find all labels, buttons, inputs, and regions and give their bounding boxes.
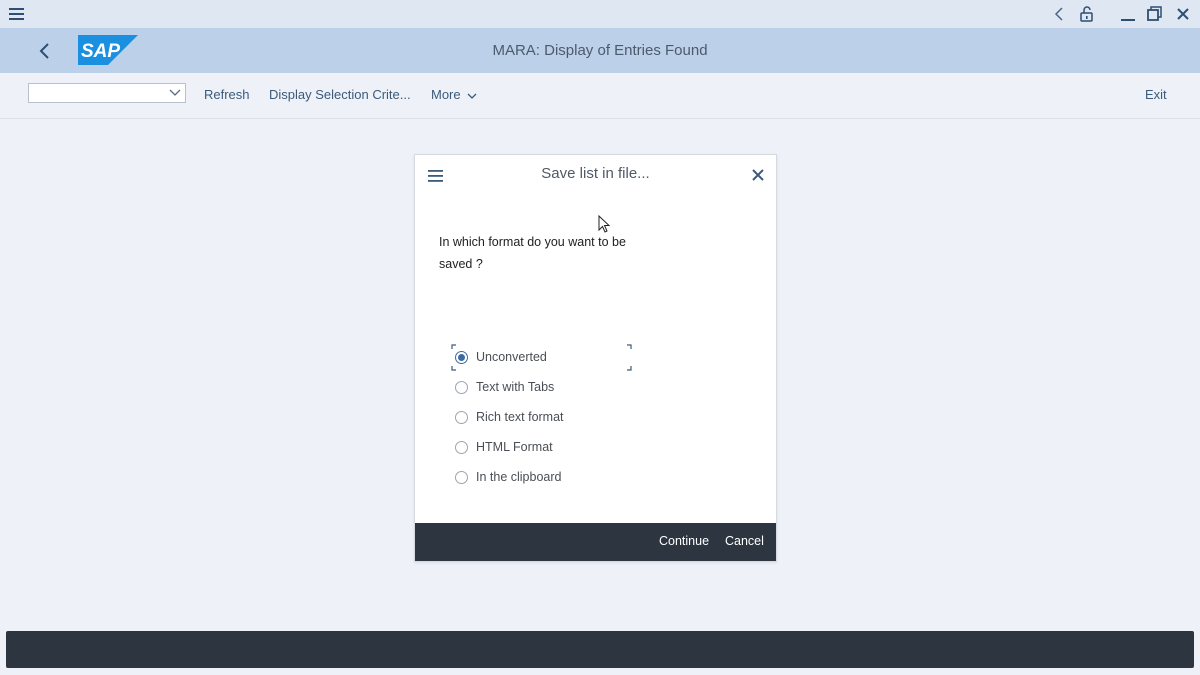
radio-rich-text-format[interactable]: Rich text format (453, 408, 653, 428)
cancel-button[interactable]: Cancel (725, 534, 764, 548)
shell-header: MARA: Display of Entries Found SAP (0, 28, 1200, 73)
refresh-button[interactable]: Refresh (204, 87, 250, 102)
radio-label: Rich text format (476, 410, 564, 424)
radio-unchecked-icon[interactable] (455, 441, 468, 454)
chevron-down-icon (467, 93, 477, 99)
variant-dropdown[interactable] (28, 83, 186, 103)
radio-in-the-clipboard[interactable]: In the clipboard (453, 468, 653, 488)
save-list-dialog: Save list in file... In which format do … (414, 154, 777, 562)
dialog-title: Save list in file... (541, 165, 650, 182)
radio-label: Text with Tabs (476, 380, 555, 394)
radio-label: Unconverted (476, 350, 547, 364)
radio-unchecked-icon[interactable] (455, 471, 468, 484)
radio-label: HTML Format (476, 440, 553, 454)
radio-unchecked-icon[interactable] (455, 411, 468, 424)
status-bar (6, 631, 1194, 668)
unlock-icon[interactable] (1077, 4, 1097, 24)
more-button[interactable]: More (431, 87, 478, 102)
continue-button[interactable]: Continue (659, 534, 709, 548)
display-selection-criteria-button[interactable]: Display Selection Crite... (269, 87, 411, 102)
dialog-footer: Continue Cancel (415, 523, 776, 561)
radio-text-with-tabs[interactable]: Text with Tabs (453, 378, 653, 398)
close-icon[interactable] (750, 167, 766, 183)
radio-unconverted[interactable]: Unconverted (453, 348, 653, 368)
radio-checked-icon[interactable] (455, 351, 468, 364)
sap-logo-text: SAP (81, 41, 120, 62)
radio-unchecked-icon[interactable] (455, 381, 468, 394)
toolbar: Refresh Display Selection Crite... More … (0, 73, 1200, 119)
chevron-down-icon[interactable] (168, 85, 182, 99)
restore-icon[interactable] (1145, 4, 1165, 24)
radio-label: In the clipboard (476, 470, 562, 484)
more-label: More (431, 87, 461, 102)
mouse-cursor-icon (598, 214, 612, 235)
page-title: MARA: Display of Entries Found (492, 42, 708, 59)
chevron-left-icon[interactable] (1050, 4, 1070, 24)
close-icon[interactable] (1173, 4, 1193, 24)
minimize-icon[interactable] (1118, 4, 1138, 24)
exit-button[interactable]: Exit (1145, 87, 1167, 102)
sap-logo: SAP (78, 35, 138, 65)
back-arrow-icon[interactable] (34, 40, 56, 62)
hamburger-icon[interactable] (8, 6, 26, 22)
window-bar (0, 0, 1200, 28)
dialog-question: In which format do you want to be saved … (439, 235, 626, 271)
radio-html-format[interactable]: HTML Format (453, 438, 653, 458)
